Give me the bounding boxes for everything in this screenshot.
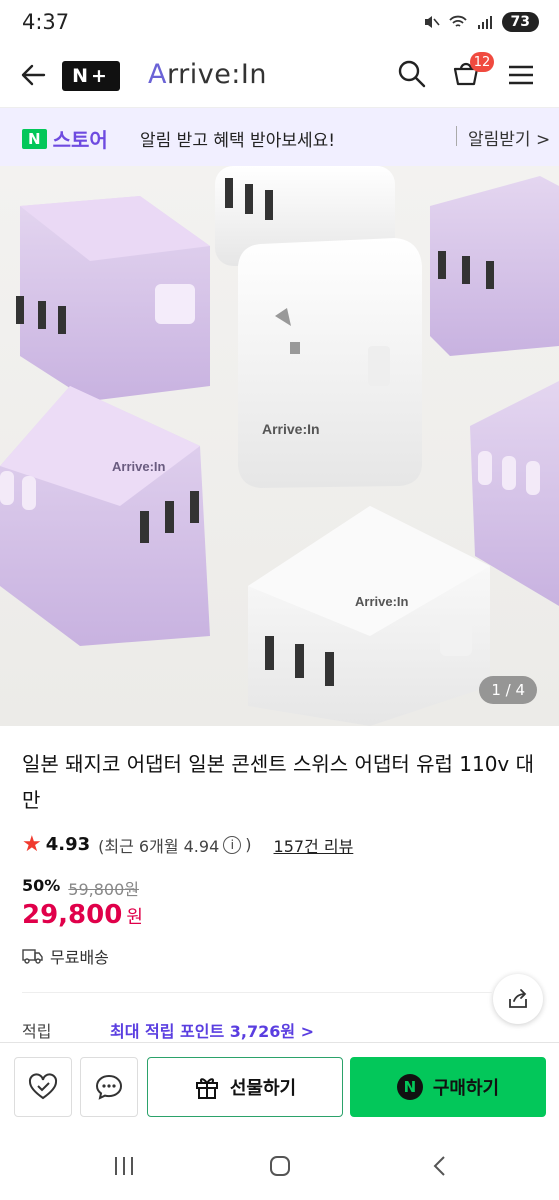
home-icon[interactable] (268, 1154, 292, 1178)
nplus-store-logo[interactable]: N+ (62, 61, 120, 91)
promo-message: 알림 받고 혜택 받아보세요! (140, 131, 336, 151)
heart-check-icon (28, 1073, 58, 1100)
system-nav-bar (0, 1134, 559, 1200)
star-icon: ★ (22, 832, 42, 857)
buy-label: 구매하기 (432, 1078, 500, 1099)
truck-icon (22, 949, 43, 964)
points-label: 적립 (22, 1022, 52, 1041)
status-time: 4:37 (22, 10, 70, 34)
status-icons: 73 (422, 12, 539, 32)
notification-promo-banner[interactable]: N 스토어 알림 받고 혜택 받아보세요! 알림받기 > (0, 108, 559, 166)
svg-text:Arrive:In: Arrive:In (355, 594, 409, 609)
divider (456, 126, 457, 146)
rating-row: ★ 4.93 (최근 6개월 4.94 i ) 157건 리뷰 (22, 832, 353, 857)
back-nav-icon[interactable] (428, 1154, 452, 1178)
back-arrow-icon[interactable] (18, 60, 48, 90)
max-points-link[interactable]: 최대 적립 포인트 3,726원 > (110, 1018, 314, 1042)
nplus-store-badge: N 스토어 (22, 124, 108, 153)
gift-label: 선물하기 (229, 1078, 297, 1099)
brand-initial: A (148, 59, 167, 90)
rating-score: 4.93 (45, 834, 91, 855)
menu-icon[interactable] (506, 60, 536, 90)
recent-rating-close: ) (245, 835, 252, 854)
recent-rating: (최근 6개월 4.94 (98, 836, 220, 856)
app-bar: N+ Arrive:In 12 (0, 48, 559, 108)
gift-button[interactable]: 선물하기 (147, 1057, 343, 1117)
cart-count-badge: 12 (470, 52, 494, 72)
shipping-label: 무료배송 (50, 948, 109, 967)
recent-apps-icon[interactable] (112, 1154, 136, 1178)
status-bar: 4:37 73 (0, 0, 559, 48)
points-row: 적립 최대 적립 포인트 3,726원 > (22, 1018, 314, 1042)
wishlist-button[interactable] (14, 1057, 72, 1117)
share-button[interactable] (493, 974, 543, 1024)
discount-row: 50% 59,800원 (22, 876, 139, 900)
price-value: 29,800 (22, 900, 123, 930)
signal-icon (477, 16, 492, 29)
original-price: 59,800원 (68, 880, 140, 899)
buy-button[interactable]: N 구매하기 (350, 1057, 546, 1117)
shipping-info: 무료배송 (22, 944, 109, 968)
brand-name: rrive:In (166, 59, 267, 90)
search-icon[interactable] (396, 58, 428, 90)
battery-badge: 73 (501, 12, 539, 32)
sale-price: 29,800 원 (22, 900, 143, 930)
share-icon (509, 989, 527, 1008)
product-image-carousel[interactable]: Arrive:In Arrive:In Arrive:In 1 / 4 (0, 166, 559, 726)
store-label: 스토어 (52, 128, 108, 152)
review-count-link[interactable]: 157건 리뷰 (274, 833, 354, 857)
nplus-badge: N (22, 128, 47, 149)
gift-icon (195, 1078, 218, 1099)
chat-icon (95, 1074, 123, 1100)
bottom-action-bar: 선물하기 N 구매하기 (0, 1042, 559, 1134)
image-counter: 1 / 4 (479, 676, 537, 704)
svg-text:Arrive:In: Arrive:In (112, 459, 166, 474)
npay-icon: N (396, 1074, 423, 1100)
discount-percent: 50% (22, 876, 61, 895)
talk-talk-button[interactable] (80, 1057, 138, 1117)
info-icon[interactable]: i (223, 835, 242, 854)
mute-icon (424, 16, 440, 28)
subscribe-alarm-link[interactable]: 알림받기 > (468, 125, 550, 150)
product-title: 일본 돼지코 어댑터 일본 콘센트 스위스 어댑터 유럽 110v 대만 (22, 752, 535, 812)
product-photo: Arrive:In Arrive:In Arrive:In (0, 166, 559, 726)
brand-logo[interactable]: Arrive:In (148, 59, 267, 90)
svg-text:Arrive:In: Arrive:In (262, 421, 320, 437)
section-divider (22, 992, 492, 993)
wifi-icon (448, 15, 467, 27)
price-currency: 원 (126, 907, 143, 928)
